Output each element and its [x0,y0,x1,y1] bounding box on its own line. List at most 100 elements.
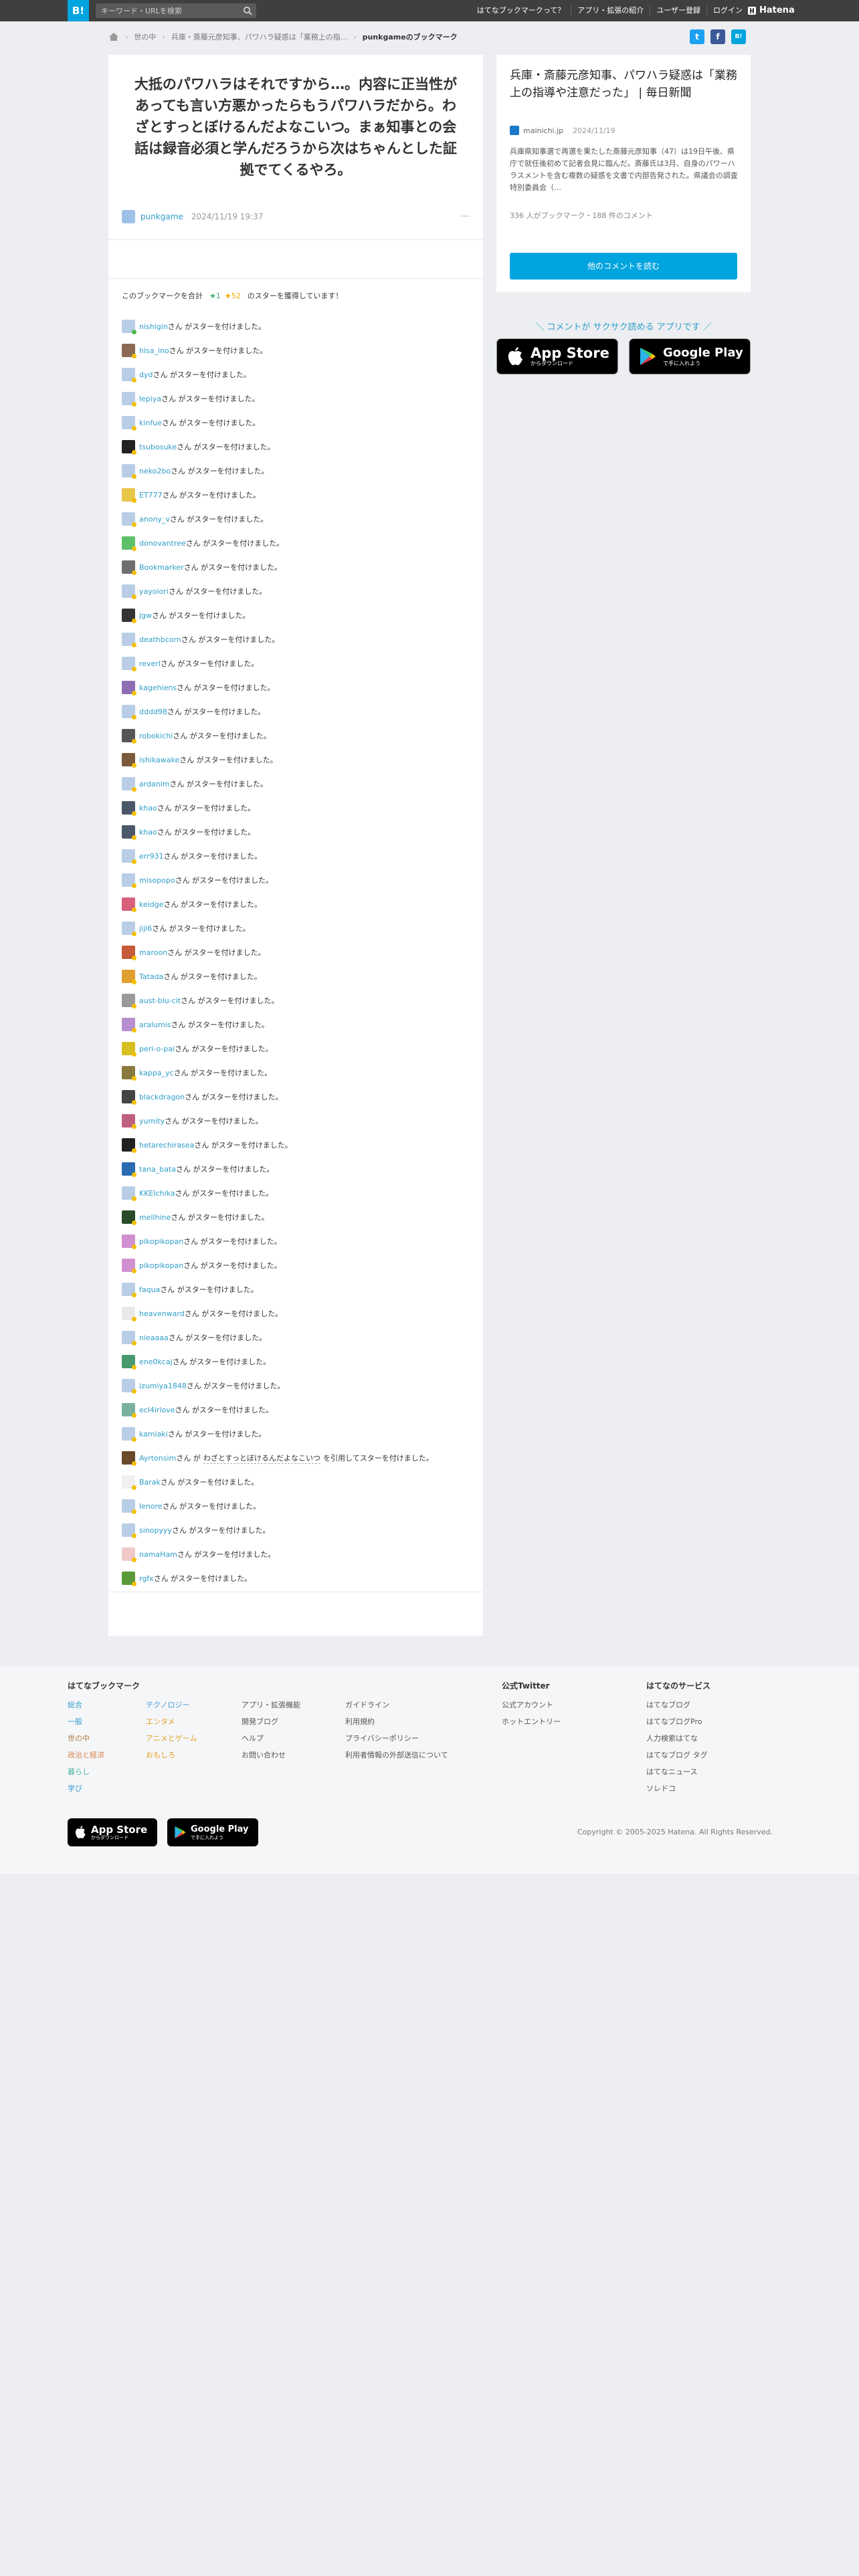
star-user-link[interactable]: jiji6 [139,924,152,933]
user-avatar[interactable] [122,1138,136,1153]
footer-link[interactable]: 利用者情報の外部送信について [345,1747,448,1763]
footer-category-link[interactable]: 一般 [68,1713,104,1730]
user-avatar[interactable] [122,344,136,358]
footer-link[interactable]: 公式アカウント [502,1697,561,1713]
star-user-link[interactable]: anony_v [139,515,170,524]
star-user-link[interactable]: Barak [139,1478,161,1487]
footer-service-link[interactable]: はてなブログ タグ [646,1747,708,1763]
star-user-link[interactable]: ecl4irlove [139,1406,175,1414]
avatar[interactable] [122,210,135,223]
footer-link[interactable]: ホットエントリー [502,1713,561,1730]
user-avatar[interactable] [122,801,136,816]
star-user-link[interactable]: kinfue [139,419,162,427]
user-avatar[interactable] [122,416,136,431]
star-user-link[interactable]: khao [139,804,157,813]
nav-signup[interactable]: ユーザー登録 [650,6,706,15]
user-avatar[interactable] [122,1523,136,1538]
star-user-link[interactable]: dddd98 [139,708,167,716]
user-avatar[interactable] [122,1379,136,1394]
user-avatar[interactable] [122,1475,136,1490]
star-user-link[interactable]: deathbcorn [139,635,181,644]
nav-about[interactable]: はてなブックマークって？ [471,6,571,15]
user-avatar[interactable] [122,1066,136,1081]
user-avatar[interactable] [122,368,136,383]
breadcrumb-entry[interactable]: 兵庫・斎藤元彦知事、パワハラ疑惑は「業務上の指... [171,31,347,42]
user-avatar[interactable] [122,1451,136,1466]
footer-category-link[interactable]: アニメとゲーム [146,1730,197,1747]
user-avatar[interactable] [122,440,136,455]
user-avatar[interactable] [122,392,136,407]
star-user-link[interactable]: tana_bata [139,1165,176,1174]
hatena-bookmark-logo[interactable]: B! [68,0,89,21]
user-avatar[interactable] [122,1355,136,1370]
search-icon[interactable] [243,6,252,15]
home-icon[interactable] [108,32,119,41]
user-avatar[interactable] [122,1259,136,1273]
star-user-link[interactable]: lepiya [139,395,161,403]
star-user-link[interactable]: sinopyyy [139,1526,172,1535]
user-avatar[interactable] [122,560,136,575]
user-avatar[interactable] [122,946,136,960]
user-avatar[interactable] [122,464,136,479]
nav-login[interactable]: ログイン [706,6,749,15]
footer-category-link[interactable]: おもしろ [146,1747,197,1763]
star-user-link[interactable]: pikopikopan [139,1261,183,1270]
star-user-link[interactable]: robokichi [139,732,173,740]
footer-link[interactable]: プライバシーポリシー [345,1730,448,1747]
footer-link[interactable]: ガイドライン [345,1697,448,1713]
star-user-link[interactable]: Ayrtonsim [139,1454,176,1463]
user-avatar[interactable] [122,320,136,334]
user-avatar[interactable] [122,970,136,984]
star-user-link[interactable]: KKEIchika [139,1189,175,1198]
user-avatar[interactable] [122,1307,136,1321]
user-avatar[interactable] [122,1403,136,1418]
user-avatar[interactable] [122,1427,136,1442]
footer-category-link[interactable]: 学び [68,1780,104,1797]
user-avatar[interactable] [122,1114,136,1129]
facebook-share-icon[interactable]: f [710,29,725,44]
star-user-link[interactable]: blackdragon [139,1093,185,1101]
star-user-link[interactable]: err931 [139,852,164,861]
user-avatar[interactable] [122,753,136,768]
user-avatar[interactable] [122,1547,136,1562]
user-avatar[interactable] [122,488,136,503]
footer-link[interactable]: 利用規約 [345,1713,448,1730]
user-avatar[interactable] [122,657,136,671]
footer-service-link[interactable]: はてなブログPro [646,1713,708,1730]
star-user-link[interactable]: kagehiens [139,683,177,692]
star-user-link[interactable]: rgfx [139,1574,154,1583]
footer-app-store-button[interactable]: App Store からダウンロード [68,1818,157,1846]
entry-counts[interactable]: 336 人がブックマーク・188 件のコメント [510,210,653,221]
user-avatar[interactable] [122,1283,136,1297]
star-user-link[interactable]: donovantree [139,539,186,548]
star-user-link[interactable]: nishigin [139,322,168,331]
footer-service-link[interactable]: はてなブログ [646,1697,708,1713]
user-avatar[interactable] [122,873,136,888]
star-user-link[interactable]: ardanim [139,780,170,788]
star-user-link[interactable]: yayoiori [139,587,169,596]
user-avatar[interactable] [122,729,136,744]
star-user-link[interactable]: khao [139,828,157,837]
user-avatar[interactable] [122,825,136,840]
footer-category-link[interactable]: 世の中 [68,1730,104,1747]
user-avatar[interactable] [122,1210,136,1225]
star-user-link[interactable]: maroon [139,948,167,957]
search-box[interactable] [96,3,256,19]
star-user-link[interactable]: namaHam [139,1550,177,1559]
nav-apps[interactable]: アプリ・拡張の紹介 [571,6,650,15]
star-user-link[interactable]: jgw [139,611,152,620]
star-user-link[interactable]: Tatada [139,972,163,981]
footer-link[interactable]: お問い合わせ [242,1747,300,1763]
star-user-link[interactable]: heavenward [139,1309,185,1318]
hatena-brand[interactable]: Hatena [748,5,795,15]
user-avatar[interactable] [122,922,136,936]
user-avatar[interactable] [122,1042,136,1057]
footer-category-link[interactable]: テクノロジー [146,1697,197,1713]
user-avatar[interactable] [122,1235,136,1249]
footer-google-play-button[interactable]: Google Play で手に入れよう [167,1818,258,1846]
user-avatar[interactable] [122,1572,136,1586]
app-store-button[interactable]: App Store からダウンロード [496,338,618,374]
footer-category-link[interactable]: 暮らし [68,1763,104,1780]
footer-category-link[interactable]: エンタメ [146,1713,197,1730]
breadcrumb-category[interactable]: 世の中 [134,31,156,42]
